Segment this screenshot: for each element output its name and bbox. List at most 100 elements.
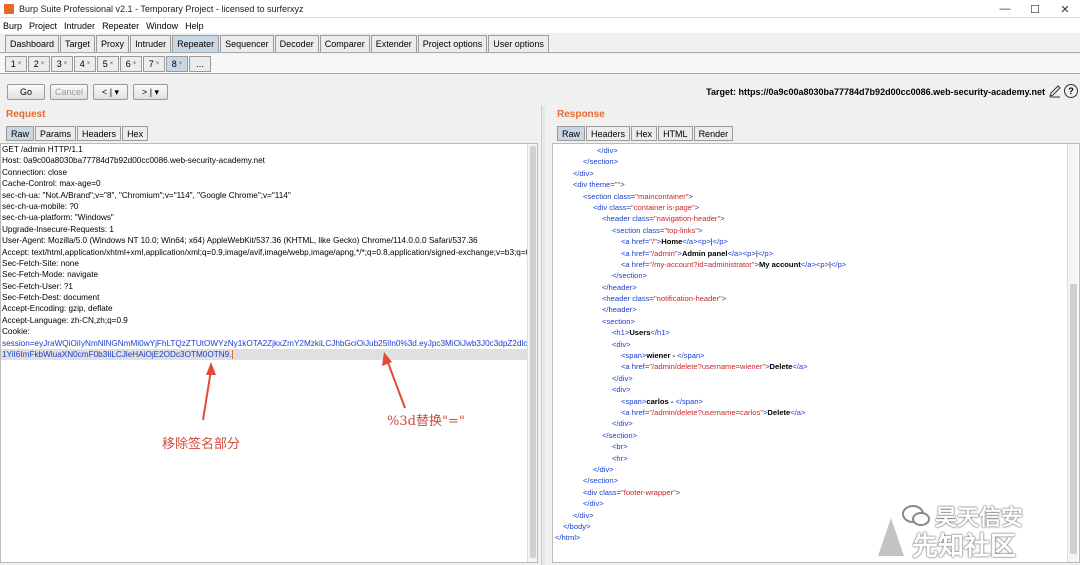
- response-line: <br>: [612, 442, 628, 452]
- tab-intruder[interactable]: Intruder: [130, 35, 172, 52]
- repeater-tab-label: 8: [171, 59, 177, 69]
- repeater-toolbar: Go Cancel < | ▾ > | ▾ Target: https://0a…: [0, 76, 1080, 106]
- request-line: Connection: close: [2, 167, 68, 177]
- maximize-button[interactable]: ☐: [1020, 0, 1050, 18]
- response-line: <a href="/admin/delete?username=wiener">…: [621, 362, 808, 372]
- response-line: </header>: [602, 305, 637, 315]
- tab-repeater[interactable]: Repeater: [172, 35, 220, 52]
- back-arrow-icon: <: [101, 87, 108, 97]
- close-tab-icon[interactable]: ×: [87, 61, 91, 67]
- repeater-tab-7[interactable]: 7 ×: [143, 56, 165, 72]
- response-line: </section>: [583, 476, 619, 486]
- response-line: <a href="/admin/delete?username=carlos">…: [621, 407, 806, 417]
- menu-bar: Burp Project Intruder Repeater Window He…: [0, 18, 1080, 33]
- response-tab-hex[interactable]: Hex: [631, 126, 658, 141]
- response-tab-html[interactable]: HTML: [658, 126, 693, 141]
- request-line: Accept-Language: zh-CN,zh;q=0.9: [2, 315, 128, 325]
- request-line: Upgrade-Insecure-Requests: 1: [2, 224, 114, 234]
- tab-sequencer[interactable]: Sequencer: [220, 35, 274, 52]
- request-line: Host: 0a9c00a8030ba77784d7b92d00cc0086.w…: [2, 156, 265, 166]
- response-title: Response: [557, 109, 605, 120]
- response-scrollbar[interactable]: [1067, 144, 1078, 562]
- repeater-tab-5[interactable]: 5 ×: [97, 56, 119, 72]
- request-line: Accept: text/html,application/xhtml+xml,…: [2, 247, 538, 257]
- request-line: Accept-Encoding: gzip, deflate: [2, 304, 113, 314]
- request-line: Sec-Fetch-Site: none: [2, 258, 79, 268]
- menu-repeater[interactable]: Repeater: [102, 21, 139, 31]
- request-tab-params[interactable]: Params: [35, 126, 77, 141]
- response-scrollbar-thumb[interactable]: [1070, 284, 1077, 554]
- repeater-tab-2[interactable]: 2 ×: [28, 56, 50, 72]
- menu-help[interactable]: Help: [185, 21, 204, 31]
- tab-comparer[interactable]: Comparer: [319, 35, 370, 52]
- tab-user-options[interactable]: User options: [488, 35, 549, 52]
- response-line: <section>: [602, 316, 635, 326]
- request-line: User-Agent: Mozilla/5.0 (Windows NT 10.0…: [2, 236, 478, 246]
- response-line: <a href="/admin">Admin panel</a><p>|</p>: [621, 248, 773, 258]
- response-line: <hr>: [612, 453, 628, 463]
- response-tab-headers[interactable]: Headers: [586, 126, 631, 141]
- response-line: <a href="/my-account?id=administrator">M…: [621, 259, 847, 269]
- request-tab-hex[interactable]: Hex: [122, 126, 149, 141]
- response-line: </section>: [583, 157, 619, 167]
- repeater-tab-bar: 1 × 2 × 3 × 4 × 5 × 6 × 7 × 8 × ...: [0, 54, 1080, 74]
- close-tab-icon[interactable]: ×: [110, 61, 114, 67]
- request-scrollbar[interactable]: [527, 144, 537, 562]
- response-line: <section class="top-links">: [612, 225, 703, 235]
- menu-burp[interactable]: Burp: [3, 21, 22, 31]
- request-line: sec-ch-ua-mobile: ?0: [2, 201, 79, 211]
- repeater-tab-3[interactable]: 3 ×: [51, 56, 73, 72]
- tab-proxy[interactable]: Proxy: [96, 35, 130, 52]
- pane-splitter[interactable]: [541, 105, 545, 565]
- minimize-button[interactable]: —: [990, 0, 1020, 18]
- response-line: <a href="/">Home</a><p>|</p>: [621, 237, 728, 247]
- close-button[interactable]: ✕: [1050, 0, 1080, 18]
- request-tab-raw[interactable]: Raw: [6, 126, 35, 141]
- forward-button[interactable]: > | ▾: [133, 84, 168, 100]
- request-tab-headers[interactable]: Headers: [77, 126, 122, 141]
- close-tab-icon[interactable]: ×: [156, 61, 160, 67]
- response-line: <header class="navigation-header">: [602, 214, 725, 224]
- request-editor[interactable]: GET /admin HTTP/1.1 Host: 0a9c00a8030ba7…: [0, 143, 538, 563]
- pencil-icon[interactable]: [1048, 84, 1062, 98]
- tab-target[interactable]: Target: [60, 35, 96, 52]
- tab-extender[interactable]: Extender: [370, 35, 417, 52]
- request-line: GET /admin HTTP/1.1: [2, 145, 83, 154]
- help-icon[interactable]: ?: [1064, 84, 1078, 98]
- menu-intruder[interactable]: Intruder: [64, 21, 95, 31]
- response-line: </div>: [612, 419, 633, 429]
- response-line: </div>: [597, 146, 618, 155]
- close-tab-icon[interactable]: ×: [133, 61, 137, 67]
- close-tab-icon[interactable]: ×: [179, 61, 183, 67]
- repeater-tab-6[interactable]: 6 ×: [120, 56, 142, 72]
- tab-project-options[interactable]: Project options: [417, 35, 488, 52]
- menu-project[interactable]: Project: [29, 21, 57, 31]
- request-line: Cookie:: [2, 327, 30, 337]
- tab-dashboard[interactable]: Dashboard: [5, 35, 60, 52]
- request-title: Request: [6, 109, 46, 120]
- repeater-tab-1[interactable]: 1 ×: [5, 56, 27, 72]
- repeater-tab-8[interactable]: 8 ×: [166, 56, 188, 72]
- cookie-session-line: session=eyJraWQiOiIyNmNlNGNmMi0wYjFhLTQz…: [2, 338, 538, 348]
- menu-window[interactable]: Window: [146, 21, 178, 31]
- close-tab-icon[interactable]: ×: [18, 61, 22, 67]
- cookie-session-text: 1YiI6ImFkbWluaXN0cmF0b3IiLCJleHAiOjE2ODc…: [2, 350, 232, 360]
- go-button[interactable]: Go: [7, 84, 45, 100]
- repeater-tab-4[interactable]: 4 ×: [74, 56, 96, 72]
- window-title: Burp Suite Professional v2.1 - Temporary…: [19, 3, 304, 14]
- back-button[interactable]: < | ▾: [93, 84, 128, 100]
- response-tab-render[interactable]: Render: [693, 126, 734, 141]
- new-repeater-tab[interactable]: ...: [189, 56, 211, 72]
- burp-logo-icon: [4, 3, 14, 14]
- close-tab-icon[interactable]: ×: [64, 61, 68, 67]
- close-tab-icon[interactable]: ×: [41, 61, 45, 67]
- response-tab-raw[interactable]: Raw: [557, 126, 586, 141]
- request-scrollbar-thumb[interactable]: [530, 146, 536, 558]
- cancel-button[interactable]: Cancel: [50, 84, 88, 100]
- main-tab-bar: Dashboard Target Proxy Intruder Repeater…: [0, 33, 1080, 53]
- chevron-down-icon: ▾: [114, 86, 120, 97]
- response-line: </div>: [573, 168, 594, 178]
- cookie-session-line-continued: 1YiI6ImFkbWluaXN0cmF0b3IiLCJleHAiOjE2ODc…: [1, 349, 537, 361]
- tab-decoder[interactable]: Decoder: [274, 35, 319, 52]
- request-line: Cache-Control: max-age=0: [2, 179, 101, 189]
